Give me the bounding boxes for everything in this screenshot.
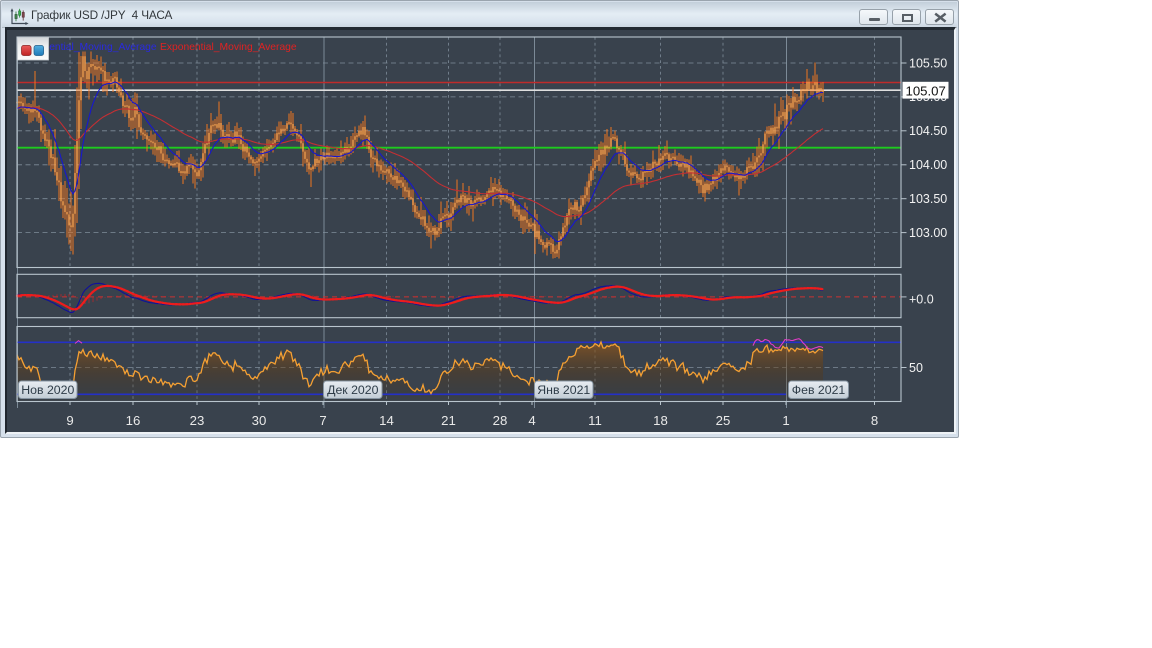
svg-text:4: 4 xyxy=(528,413,535,428)
svg-text:50: 50 xyxy=(909,361,923,375)
svg-text:105.07: 105.07 xyxy=(906,83,946,98)
svg-text:Янв 2021: Янв 2021 xyxy=(537,383,590,397)
svg-text:103.50: 103.50 xyxy=(909,192,947,206)
svg-text:Нов 2020: Нов 2020 xyxy=(21,383,74,397)
svg-text:Фев 2021: Фев 2021 xyxy=(792,383,846,397)
svg-text:Exponential_Moving_Average: Exponential_Moving_Average xyxy=(160,42,297,53)
svg-text:16: 16 xyxy=(126,413,141,428)
svg-text:21: 21 xyxy=(441,413,456,428)
svg-text:103.00: 103.00 xyxy=(909,226,947,240)
svg-text:11: 11 xyxy=(588,413,602,428)
svg-text:8: 8 xyxy=(871,413,878,428)
svg-text:28: 28 xyxy=(493,413,508,428)
svg-text:14: 14 xyxy=(379,413,394,428)
svg-text:25: 25 xyxy=(716,413,731,428)
svg-text:1: 1 xyxy=(782,413,789,428)
svg-text:18: 18 xyxy=(653,413,668,428)
svg-text:105.50: 105.50 xyxy=(909,56,947,70)
svg-text:7: 7 xyxy=(319,413,326,428)
svg-text:+0.0: +0.0 xyxy=(909,292,934,306)
svg-text:104.00: 104.00 xyxy=(909,158,947,172)
svg-text:30: 30 xyxy=(252,413,267,428)
svg-text:9: 9 xyxy=(66,413,73,428)
svg-text:104.50: 104.50 xyxy=(909,124,947,138)
svg-text:Дек 2020: Дек 2020 xyxy=(327,383,378,397)
svg-text:23: 23 xyxy=(190,413,205,428)
